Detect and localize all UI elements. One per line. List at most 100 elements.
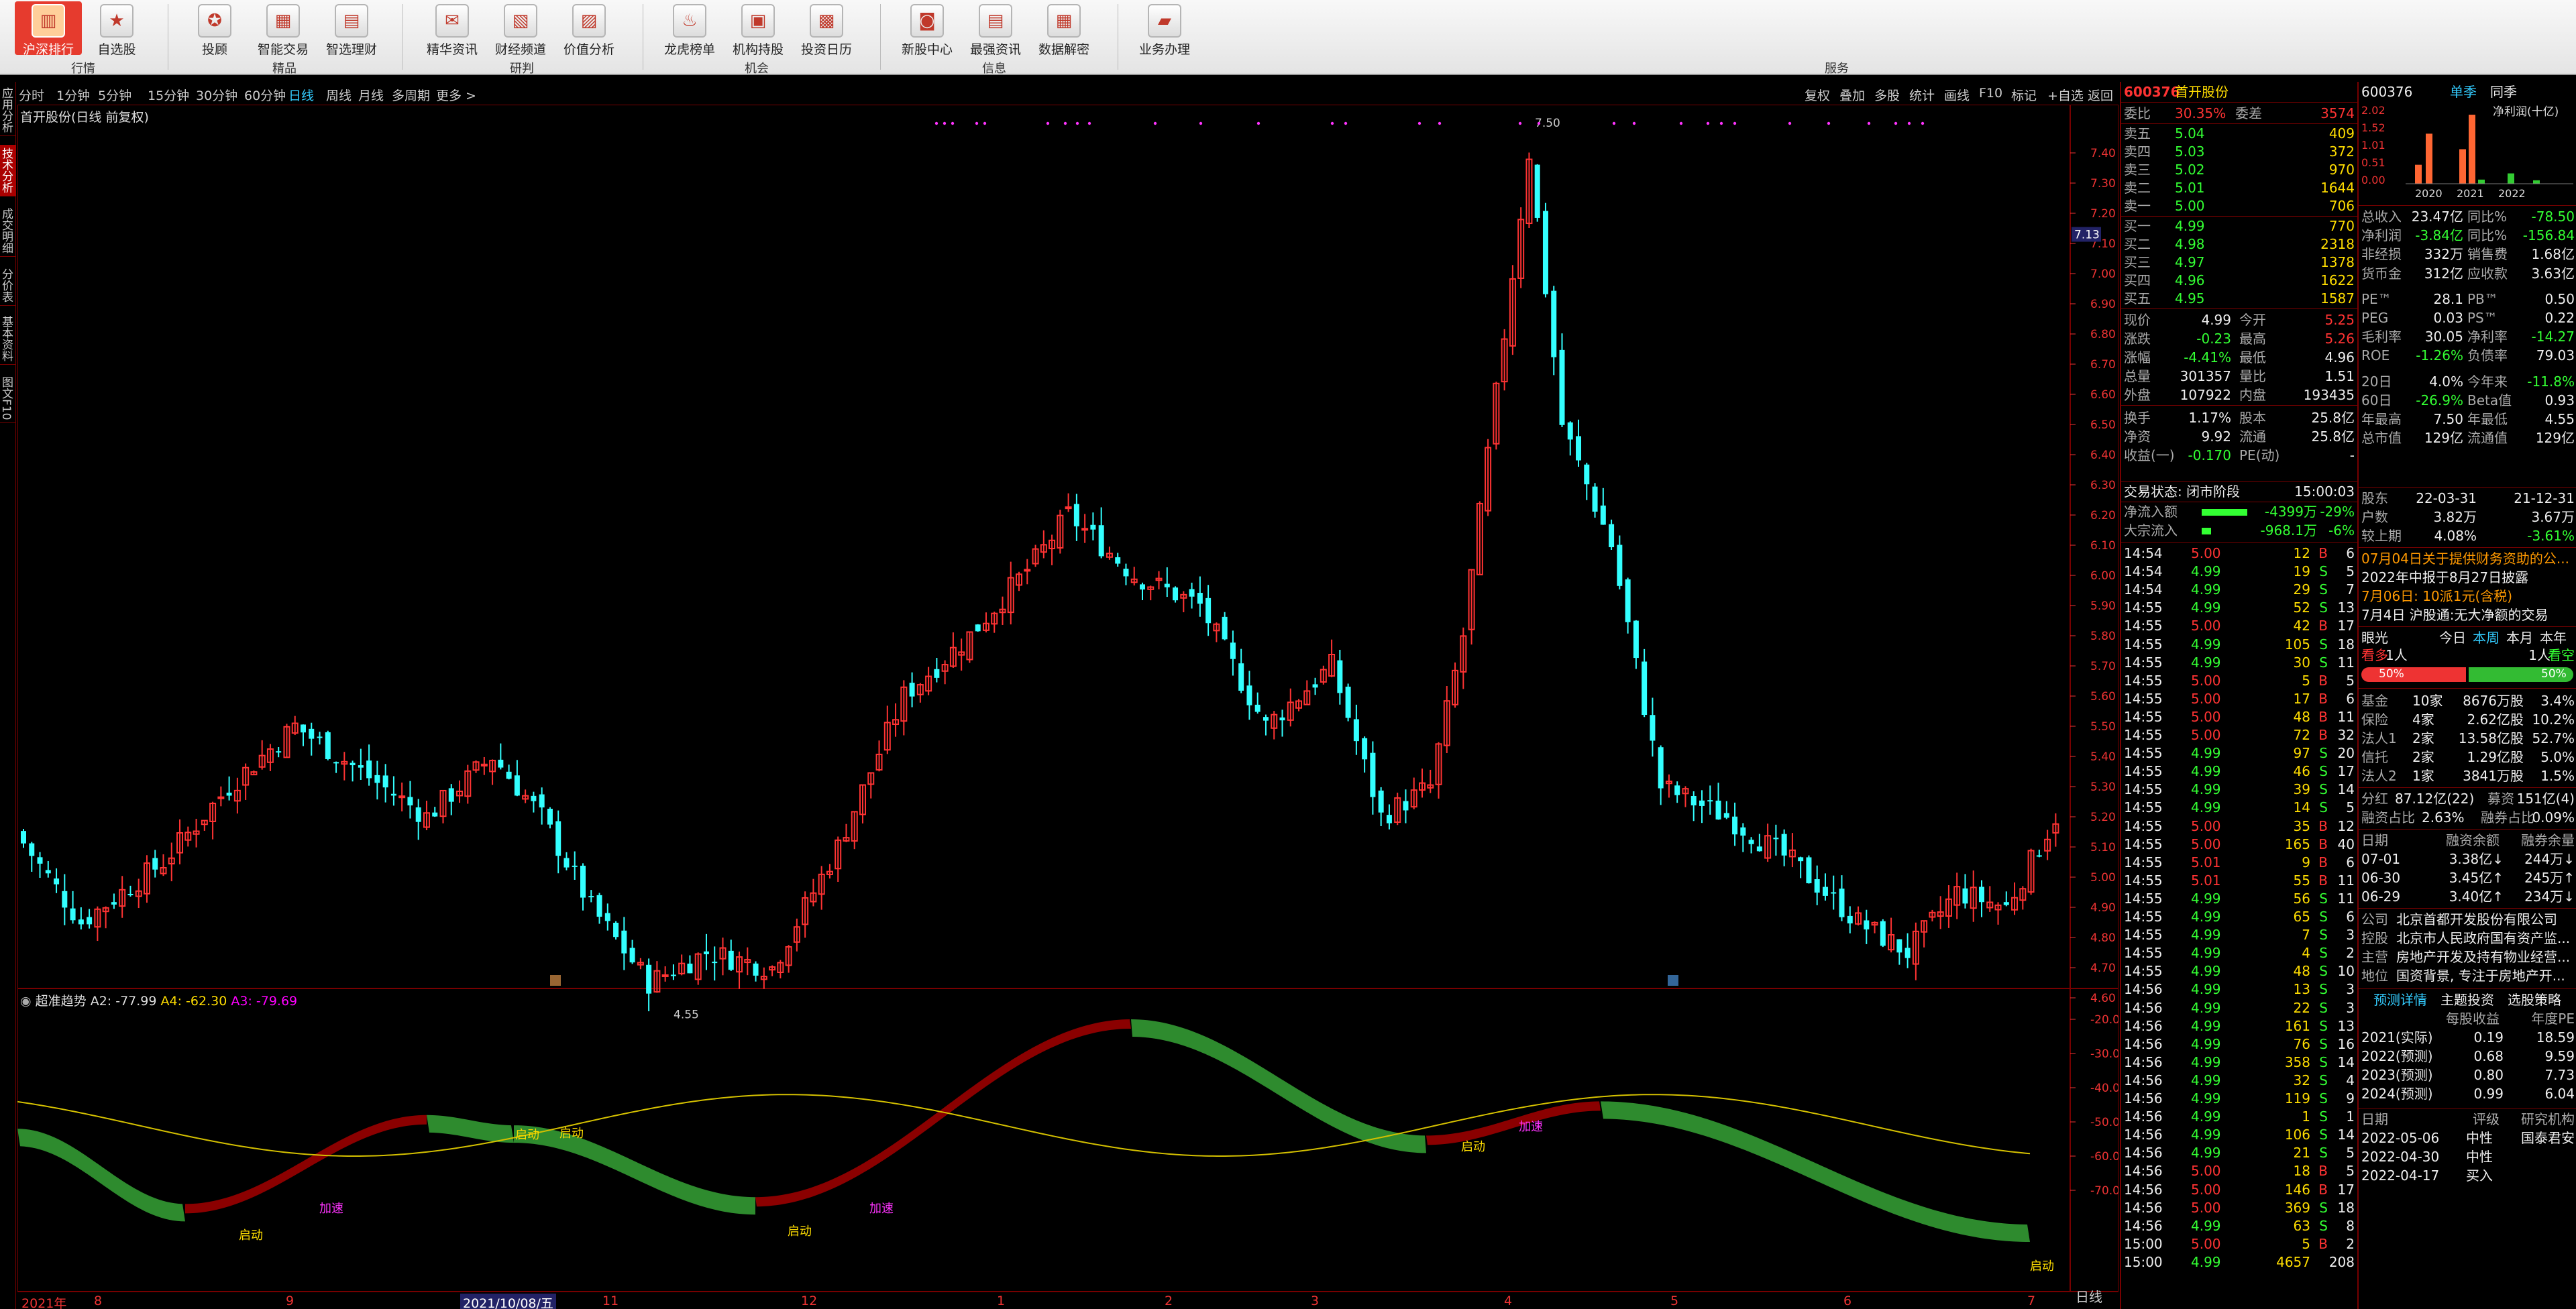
chart-tool-5[interactable]: F10 bbox=[1979, 86, 2002, 101]
kline-chart-area[interactable]: 7.40 7.30 7.20 7.10 7.00 6.90 6.80 6.70 6.60 6.50… bbox=[17, 105, 2118, 1292]
kline-chart[interactable]: 7.407.307.207.107.006.906.806.706.606.50… bbox=[17, 105, 2118, 1292]
toolbar-analysis-button[interactable]: ▨ 价值分析 bbox=[555, 1, 623, 57]
period-6[interactable]: 日线 bbox=[288, 86, 314, 104]
tick-row: 14:56 4.99 13 S 3 bbox=[2121, 980, 2357, 999]
metric-label2: Beta值 bbox=[2467, 392, 2512, 408]
period-7[interactable]: 周线 bbox=[326, 86, 352, 104]
bull-bar[interactable] bbox=[2361, 667, 2466, 682]
chart-tool-4[interactable]: 画线 bbox=[1944, 86, 1970, 104]
tick-count: 8 bbox=[2346, 1217, 2355, 1234]
toolbar-ipo-button[interactable]: ◙ 新股中心 bbox=[894, 1, 961, 57]
chart-tool-0[interactable]: 复权 bbox=[1805, 86, 1830, 104]
tick-side: S bbox=[2319, 981, 2328, 998]
left-tab-3[interactable]: 分价表 bbox=[0, 266, 16, 306]
vote-tab[interactable]: 本年 bbox=[2540, 629, 2567, 646]
tick-volume: 97 bbox=[2293, 745, 2310, 762]
candle-body bbox=[1847, 915, 1853, 923]
forecast-tab[interactable]: 主题投资 bbox=[2440, 991, 2494, 1009]
forecast-tab[interactable]: 选股策略 bbox=[2508, 991, 2561, 1009]
news-item[interactable]: 7月4日 沪股通:无大净额的交易 bbox=[2361, 606, 2575, 624]
tick-price: 4.99 bbox=[2191, 981, 2221, 998]
toolbar-institution-button[interactable]: ▣ 机构持股 bbox=[724, 1, 792, 57]
ind-tick-label: -20.00 bbox=[2090, 1013, 2118, 1027]
period-2[interactable]: 5分钟 bbox=[98, 86, 131, 104]
toolbar-ranking-button[interactable]: ▥ 沪深排行 bbox=[15, 1, 82, 57]
inst-count: 2家 bbox=[2412, 749, 2434, 765]
period-5[interactable]: 60分钟 bbox=[244, 86, 286, 104]
inst-label: 基金 bbox=[2361, 693, 2388, 709]
tick-count: 5 bbox=[2346, 672, 2355, 689]
toolbar-hot-news-button[interactable]: ▤ 最强资讯 bbox=[962, 1, 1029, 57]
left-tab-2[interactable]: 成交明细 bbox=[0, 205, 16, 257]
ask-volume: 372 bbox=[2328, 144, 2355, 160]
tick-count: 1 bbox=[2346, 1108, 2355, 1125]
tick-price: 4.99 bbox=[2191, 1035, 2221, 1052]
candle-body bbox=[1567, 422, 1573, 440]
tick-count: 17 bbox=[2337, 618, 2355, 634]
tab-single-quarter[interactable]: 单季 bbox=[2450, 83, 2477, 101]
bid-label: 买五 bbox=[2124, 290, 2151, 306]
tick-price: 4.99 bbox=[2191, 763, 2221, 780]
indicator-dot-icon[interactable]: ◉ bbox=[20, 994, 32, 1009]
period-0[interactable]: 分时 bbox=[19, 86, 44, 104]
vote-tab[interactable]: 今日 bbox=[2439, 629, 2466, 646]
period-3[interactable]: 15分钟 bbox=[148, 86, 189, 104]
chart-tool-6[interactable]: 标记 bbox=[2011, 86, 2037, 104]
left-tab-4[interactable]: 基本资料 bbox=[0, 313, 16, 365]
company-row: 地位 国资背景, 专注于房地产开... bbox=[2359, 967, 2576, 984]
metric-row: 非经损 332万 销售费 1.68亿 bbox=[2359, 245, 2576, 263]
chart-tool-8[interactable]: 返回 bbox=[2088, 86, 2113, 104]
toolbar-advisor-button[interactable]: ✪ 投顾 bbox=[181, 1, 248, 57]
candle-body bbox=[398, 795, 406, 799]
candle-body bbox=[1864, 920, 1870, 929]
toolbar-group-label: 研判 bbox=[510, 62, 534, 76]
toolbar-calendar-button[interactable]: ▩ 投资日历 bbox=[793, 1, 860, 57]
signal-dot bbox=[1075, 121, 1079, 125]
forecast-tab[interactable]: 预测详情 bbox=[2373, 991, 2427, 1009]
tick-side: B bbox=[2318, 690, 2328, 707]
y-tick-label: 6.60 bbox=[2090, 388, 2116, 402]
toolbar-channel-button[interactable]: ▧ 财经频道 bbox=[487, 1, 554, 57]
news-item[interactable]: 7月06日: 10派1元(含税) bbox=[2361, 587, 2575, 605]
toolbar-dragon-tiger-button[interactable]: ♨ 龙虎榜单 bbox=[656, 1, 723, 57]
period-1[interactable]: 1分钟 bbox=[56, 86, 90, 104]
divider bbox=[2121, 123, 2357, 124]
left-tab-1[interactable]: 技术分析 bbox=[0, 145, 16, 196]
news-item[interactable]: 2022年中报于8月27日披露 bbox=[2361, 569, 2575, 586]
tick-count: 6 bbox=[2346, 854, 2355, 870]
profit-bar bbox=[2426, 133, 2432, 184]
period-9[interactable]: 多周期 bbox=[392, 86, 430, 104]
tab-same-quarter[interactable]: 同季 bbox=[2490, 83, 2517, 101]
ask-price: 5.01 bbox=[2175, 180, 2205, 196]
holder-row: 户数 3.82万 3.67万 bbox=[2359, 508, 2576, 526]
toolbar-star-button[interactable]: ★ 自选股 bbox=[83, 1, 150, 57]
chart-tool-2[interactable]: 多股 bbox=[1874, 86, 1900, 104]
news-item[interactable]: 07月04日关于提供财务资助的公... bbox=[2361, 550, 2575, 567]
vote-tab[interactable]: 本月 bbox=[2506, 629, 2533, 646]
candle-body bbox=[1633, 620, 1639, 659]
chart-tool-7[interactable]: +自选 bbox=[2047, 86, 2084, 104]
toolbar-data-button[interactable]: ▦ 数据解密 bbox=[1030, 1, 1097, 57]
tick-count: 11 bbox=[2337, 872, 2355, 889]
toolbar-smart-trade-button[interactable]: ▦ 智能交易 bbox=[250, 1, 317, 57]
period-10[interactable]: 更多 > bbox=[436, 86, 476, 104]
tick-row: 14:56 5.00 18 B 5 bbox=[2121, 1162, 2357, 1180]
tick-side: S bbox=[2319, 1035, 2328, 1052]
toolbar-news-button[interactable]: ✉ 精华资讯 bbox=[419, 1, 486, 57]
divider bbox=[2359, 787, 2576, 788]
chart-tool-3[interactable]: 统计 bbox=[1909, 86, 1935, 104]
bid-price: 4.96 bbox=[2175, 272, 2205, 288]
forecast-row: 2023(预测) 0.80 7.73 bbox=[2359, 1066, 2576, 1084]
bigflow-label: 大宗流入 bbox=[2124, 522, 2178, 538]
vote-tab[interactable]: 本周 bbox=[2473, 629, 2500, 646]
divider bbox=[2359, 908, 2576, 909]
tick-time: 14:55 bbox=[2124, 781, 2163, 798]
period-8[interactable]: 月线 bbox=[358, 86, 384, 104]
left-tab-5[interactable]: 图文F10 bbox=[0, 374, 16, 424]
toolbar-briefcase-button[interactable]: ▰ 业务办理 bbox=[1131, 1, 1198, 57]
left-tab-0[interactable]: 应用分析 bbox=[0, 84, 16, 136]
period-4[interactable]: 30分钟 bbox=[196, 86, 237, 104]
tick-time: 14:54 bbox=[2124, 563, 2163, 580]
toolbar-finance-button[interactable]: ▤ 智选理财 bbox=[318, 1, 385, 57]
chart-tool-1[interactable]: 叠加 bbox=[1839, 86, 1865, 104]
